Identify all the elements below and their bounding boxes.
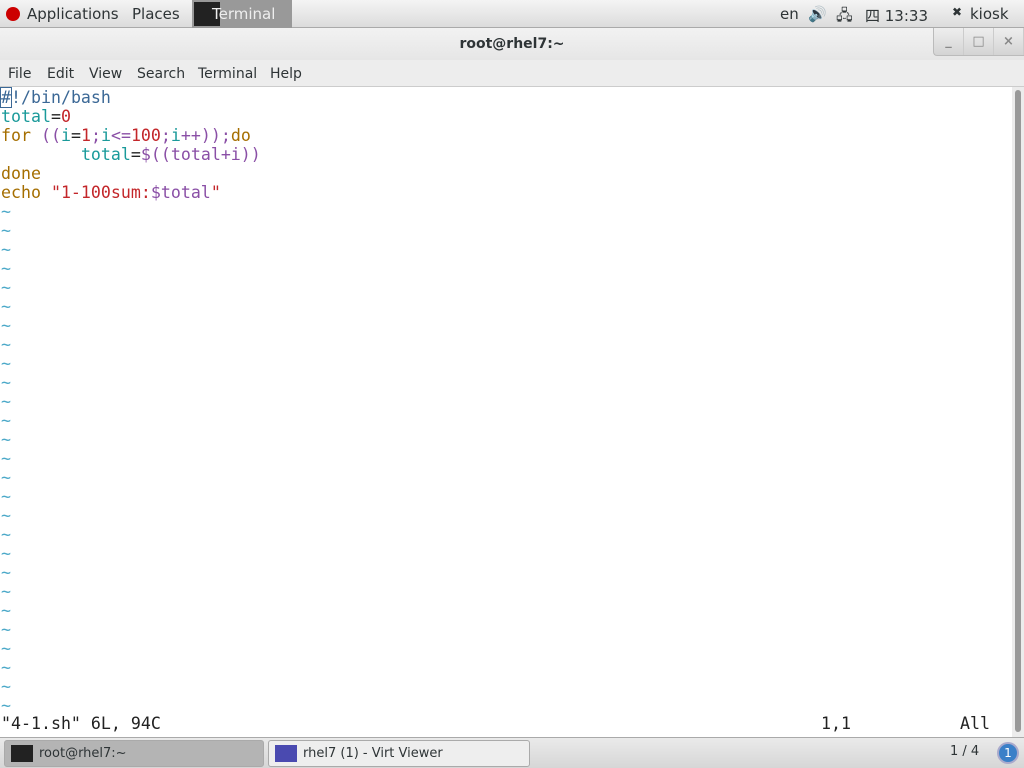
code-token: ; bbox=[90, 126, 101, 145]
code-token: i bbox=[60, 126, 71, 145]
code-token: i bbox=[170, 126, 181, 145]
task-label: rhel7 (1) - Virt Viewer bbox=[303, 746, 443, 761]
code-token: $((total+i)) bbox=[140, 145, 261, 164]
code-line: total=$((total+i)) bbox=[1, 145, 261, 164]
code-token: = bbox=[130, 145, 141, 164]
language-indicator[interactable]: en bbox=[780, 5, 799, 23]
network-icon[interactable]: 🖧 bbox=[836, 5, 853, 30]
applications-menu[interactable]: Applications bbox=[27, 5, 119, 23]
code-line: echo "1-100sum:$total" bbox=[1, 183, 221, 202]
monitor-icon bbox=[275, 745, 297, 762]
empty-line-tilde: ~ bbox=[1, 316, 11, 335]
empty-line-tilde: ~ bbox=[1, 620, 11, 639]
clock[interactable]: 四 13:33 bbox=[865, 5, 928, 26]
cursor: # bbox=[0, 87, 12, 108]
empty-line-tilde: ~ bbox=[1, 544, 11, 563]
active-app-label: Terminal bbox=[212, 5, 276, 23]
maximize-button[interactable]: □ bbox=[964, 28, 994, 55]
empty-line-tilde: ~ bbox=[1, 373, 11, 392]
notification-badge[interactable]: 1 bbox=[997, 742, 1019, 764]
empty-line-tilde: ~ bbox=[1, 601, 11, 620]
empty-line-tilde: ~ bbox=[1, 677, 11, 696]
scroll-position: All bbox=[960, 714, 990, 733]
empty-line-tilde: ~ bbox=[1, 449, 11, 468]
code-token: !/bin/bash bbox=[11, 88, 111, 107]
places-menu[interactable]: Places bbox=[132, 5, 180, 23]
code-line: for ((i=1;i<=100;i++));do bbox=[1, 126, 251, 145]
scrollbar-thumb[interactable] bbox=[1015, 90, 1021, 732]
menu-bar: File Edit View Search Terminal Help bbox=[0, 60, 1024, 87]
empty-line-tilde: ~ bbox=[1, 278, 11, 297]
vim-editor[interactable]: #!/bin/bash total=0 for ((i=1;i<=100;i++))… bbox=[0, 87, 1012, 737]
task-virt-viewer[interactable]: rhel7 (1) - Virt Viewer bbox=[268, 740, 530, 767]
workspace-indicator[interactable]: 1 / 4 bbox=[950, 744, 979, 759]
user-menu[interactable]: kiosk bbox=[970, 5, 1009, 23]
status-file-info: "4-1.sh" 6L, 94C bbox=[1, 714, 161, 733]
empty-line-tilde: ~ bbox=[1, 221, 11, 240]
code-token: " bbox=[210, 183, 221, 202]
user-icon: ✖ bbox=[952, 5, 963, 19]
code-token: echo bbox=[1, 183, 51, 202]
redhat-logo-icon bbox=[6, 7, 20, 21]
empty-line-tilde: ~ bbox=[1, 563, 11, 582]
code-token: total bbox=[1, 107, 51, 126]
code-token: <= bbox=[110, 126, 131, 145]
empty-line-tilde: ~ bbox=[1, 468, 11, 487]
empty-line-tilde: ~ bbox=[1, 430, 11, 449]
empty-line-tilde: ~ bbox=[1, 240, 11, 259]
code-token: done bbox=[1, 164, 41, 183]
code-line: done bbox=[1, 164, 41, 183]
menu-view[interactable]: View bbox=[89, 66, 122, 82]
minimize-button[interactable]: _ bbox=[934, 28, 964, 55]
empty-line-tilde: ~ bbox=[1, 639, 11, 658]
menu-terminal[interactable]: Terminal bbox=[198, 66, 257, 82]
volume-icon[interactable]: 🔊 bbox=[808, 5, 827, 23]
empty-line-tilde: ~ bbox=[1, 259, 11, 278]
empty-line-tilde: ~ bbox=[1, 582, 11, 601]
empty-line-tilde: ~ bbox=[1, 335, 11, 354]
menu-file[interactable]: File bbox=[8, 66, 31, 82]
code-token: $total bbox=[150, 183, 211, 202]
bottom-taskbar: root@rhel7:~ rhel7 (1) - Virt Viewer 1 /… bbox=[0, 737, 1024, 768]
empty-line-tilde: ~ bbox=[1, 392, 11, 411]
menu-edit[interactable]: Edit bbox=[47, 66, 74, 82]
empty-line-tilde: ~ bbox=[1, 202, 11, 221]
window-titlebar: root@rhel7:~ _ □ × bbox=[0, 28, 1024, 60]
empty-line-tilde: ~ bbox=[1, 487, 11, 506]
menu-search[interactable]: Search bbox=[137, 66, 185, 82]
top-panel: Applications Places Terminal en 🔊 🖧 四 13… bbox=[0, 0, 1024, 28]
window-title: root@rhel7:~ bbox=[459, 36, 565, 52]
code-token: ++)); bbox=[180, 126, 231, 145]
empty-line-tilde: ~ bbox=[1, 506, 11, 525]
code-line: total=0 bbox=[1, 107, 71, 126]
code-token: (( bbox=[40, 126, 61, 145]
code-token: "1-100sum: bbox=[50, 183, 151, 202]
task-label: root@rhel7:~ bbox=[39, 746, 127, 761]
code-token: 100 bbox=[130, 126, 161, 145]
empty-line-tilde: ~ bbox=[1, 354, 11, 373]
code-token: total bbox=[80, 145, 131, 164]
code-token: do bbox=[230, 126, 251, 145]
active-app-terminal[interactable]: Terminal bbox=[192, 0, 292, 28]
code-token: 0 bbox=[60, 107, 71, 126]
code-token: = bbox=[50, 107, 61, 126]
empty-line-tilde: ~ bbox=[1, 411, 11, 430]
code-token: ; bbox=[160, 126, 171, 145]
code-token: for bbox=[1, 126, 41, 145]
terminal-icon bbox=[11, 745, 33, 762]
cursor-position: 1,1 bbox=[821, 714, 851, 733]
task-terminal[interactable]: root@rhel7:~ bbox=[4, 740, 264, 767]
menu-help[interactable]: Help bbox=[270, 66, 302, 82]
code-line: #!/bin/bash bbox=[0, 87, 111, 108]
code-token: 1 bbox=[80, 126, 91, 145]
empty-line-tilde: ~ bbox=[1, 525, 11, 544]
scrollbar[interactable] bbox=[1012, 87, 1024, 737]
empty-line-tilde: ~ bbox=[1, 696, 11, 715]
code-token: i bbox=[100, 126, 111, 145]
empty-line-tilde: ~ bbox=[1, 658, 11, 677]
empty-line-tilde: ~ bbox=[1, 297, 11, 316]
code-token: = bbox=[70, 126, 81, 145]
close-button[interactable]: × bbox=[994, 28, 1024, 55]
